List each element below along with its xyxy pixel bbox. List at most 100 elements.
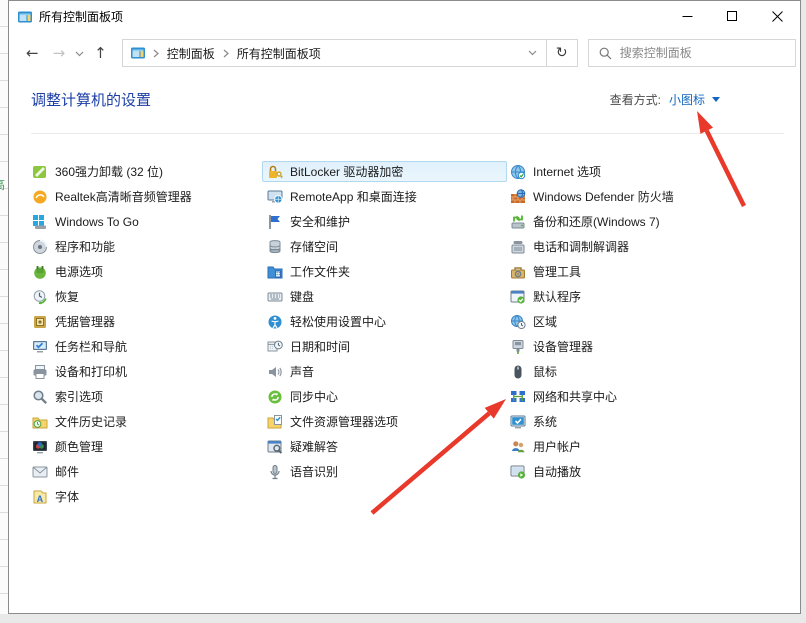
control-panel-item[interactable]: 任务栏和导航	[27, 336, 264, 357]
control-panel-item[interactable]: 存储空间	[262, 236, 507, 257]
item-label: 系统	[533, 413, 557, 430]
realtek-audio-icon	[32, 189, 48, 205]
refresh-button[interactable]: ↻	[546, 40, 577, 66]
control-panel-item[interactable]: A字体	[27, 486, 264, 507]
search-icon	[599, 47, 612, 60]
item-label: 轻松使用设置中心	[290, 313, 386, 330]
forward-button[interactable]: →	[46, 46, 73, 61]
control-panel-item[interactable]: 鼠标	[505, 361, 781, 382]
control-panel-item[interactable]: 安全和维护	[262, 211, 507, 232]
control-panel-item[interactable]: 文件资源管理器选项	[262, 411, 507, 432]
region-icon	[510, 314, 526, 330]
view-by-caret-icon[interactable]	[712, 97, 720, 102]
breadcrumb-all-items[interactable]: 所有控制面板项	[231, 45, 327, 62]
control-panel-item[interactable]: 疑难解答	[262, 436, 507, 457]
item-label: Realtek高清晰音频管理器	[55, 188, 192, 205]
control-panel-item[interactable]: Realtek高清晰音频管理器	[27, 186, 264, 207]
network-sharing-icon	[510, 389, 526, 405]
search-input[interactable]	[618, 45, 795, 61]
control-panel-window: 所有控制面板项 ← → ↑	[8, 0, 801, 614]
devices-printers-icon	[32, 364, 48, 380]
control-panel-item[interactable]: Windows Defender 防火墙	[505, 186, 781, 207]
control-panel-item[interactable]: Windows To Go	[27, 211, 264, 232]
credential-manager-icon	[32, 314, 48, 330]
control-panel-item[interactable]: 管理工具	[505, 261, 781, 282]
defender-firewall-icon	[510, 189, 526, 205]
item-label: 区域	[533, 313, 557, 330]
navigation-toolbar: ← → ↑ 控制面板 所有控制面板项	[9, 32, 800, 74]
control-panel-item[interactable]: 凭据管理器	[27, 311, 264, 332]
control-panel-item[interactable]: 备份和还原(Windows 7)	[505, 211, 781, 232]
item-label: 工作文件夹	[290, 263, 350, 280]
recent-pages-chevron-icon[interactable]	[72, 44, 87, 62]
up-button[interactable]: ↑	[87, 46, 114, 61]
control-panel-item[interactable]: 恢复	[27, 286, 264, 307]
taskbar-navigation-icon	[32, 339, 48, 355]
control-panel-item[interactable]: 用户帐户	[505, 436, 781, 457]
control-panel-item[interactable]: 键盘	[262, 286, 507, 307]
sound-icon	[267, 364, 283, 380]
control-panel-item[interactable]: RemoteApp 和桌面连接	[262, 186, 507, 207]
item-label: 语音识别	[290, 463, 338, 480]
view-by-label: 查看方式:	[610, 91, 661, 108]
sync-center-icon	[267, 389, 283, 405]
control-panel-item[interactable]: 自动播放	[505, 461, 781, 482]
item-label: Internet 选项	[533, 163, 601, 180]
item-label: 管理工具	[533, 263, 581, 280]
360-uninstall-icon	[32, 164, 48, 180]
control-panel-item[interactable]: 设备管理器	[505, 336, 781, 357]
control-panel-item[interactable]: 区域	[505, 311, 781, 332]
control-panel-item[interactable]: 电源选项	[27, 261, 264, 282]
close-button[interactable]	[755, 1, 800, 32]
control-panel-item[interactable]: Internet 选项	[505, 161, 781, 182]
minimize-button[interactable]	[665, 1, 710, 32]
control-panel-item[interactable]: 程序和功能	[27, 236, 264, 257]
breadcrumb-separator-icon	[221, 49, 231, 58]
storage-spaces-icon	[267, 239, 283, 255]
control-panel-item[interactable]: 工作文件夹	[262, 261, 507, 282]
control-panel-item[interactable]: 文件历史记录	[27, 411, 264, 432]
items-column-1: 360强力卸载 (32 位)Realtek高清晰音频管理器Windows To …	[31, 161, 264, 511]
control-panel-item[interactable]: 同步中心	[262, 386, 507, 407]
close-icon	[772, 11, 783, 22]
minimize-icon	[682, 11, 693, 22]
breadcrumb-control-panel[interactable]: 控制面板	[161, 45, 221, 62]
item-label: 360强力卸载 (32 位)	[55, 163, 163, 180]
backup-restore-icon	[510, 214, 526, 230]
control-panel-item[interactable]: 日期和时间	[262, 336, 507, 357]
file-history-icon	[32, 414, 48, 430]
control-panel-item[interactable]: 邮件	[27, 461, 264, 482]
control-panel-item[interactable]: 颜色管理	[27, 436, 264, 457]
control-panel-item[interactable]: BitLocker 驱动器加密	[262, 161, 507, 182]
address-bar[interactable]: 控制面板 所有控制面板项 ↻	[122, 39, 578, 67]
back-button[interactable]: ←	[19, 46, 46, 61]
control-panel-item[interactable]: 索引选项	[27, 386, 264, 407]
svg-text:A: A	[37, 494, 44, 504]
troubleshooting-icon	[267, 439, 283, 455]
security-maintenance-icon	[267, 214, 283, 230]
work-folders-icon	[267, 264, 283, 280]
item-label: 声音	[290, 363, 314, 380]
item-label: 备份和还原(Windows 7)	[533, 213, 660, 230]
control-panel-item[interactable]: 语音识别	[262, 461, 507, 482]
windows-to-go-icon	[32, 214, 48, 230]
control-panel-item[interactable]: 设备和打印机	[27, 361, 264, 382]
control-panel-item[interactable]: 网络和共享中心	[505, 386, 781, 407]
search-box[interactable]	[588, 39, 796, 67]
view-by-value-link[interactable]: 小图标	[669, 91, 705, 108]
address-dropdown-chevron-icon[interactable]	[519, 50, 546, 56]
background-text-fragment: 高	[0, 176, 5, 193]
control-panel-item[interactable]: 电话和调制解调器	[505, 236, 781, 257]
item-label: 电话和调制解调器	[533, 238, 629, 255]
control-panel-icon	[130, 45, 146, 61]
item-label: 日期和时间	[290, 338, 350, 355]
control-panel-item[interactable]: 轻松使用设置中心	[262, 311, 507, 332]
control-panel-item[interactable]: 声音	[262, 361, 507, 382]
control-panel-item[interactable]: 系统	[505, 411, 781, 432]
item-label: 自动播放	[533, 463, 581, 480]
control-panel-item[interactable]: 360强力卸载 (32 位)	[27, 161, 264, 182]
maximize-button[interactable]	[710, 1, 755, 32]
item-label: 设备管理器	[533, 338, 593, 355]
maximize-icon	[727, 11, 738, 22]
control-panel-item[interactable]: 默认程序	[505, 286, 781, 307]
